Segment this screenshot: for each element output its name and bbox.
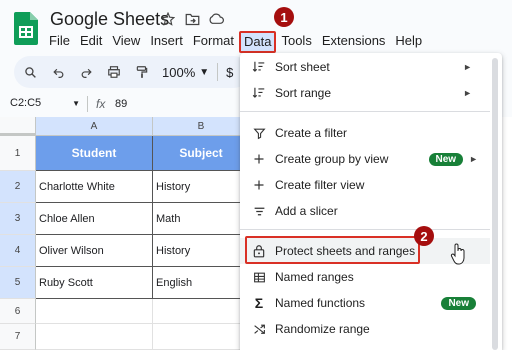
formula-input[interactable]: 89 xyxy=(115,98,127,110)
row-header-4[interactable]: 4 xyxy=(0,235,36,267)
menu-item-randomize-range[interactable]: Randomize range xyxy=(240,316,490,342)
menu-bar: File Edit View Insert Format Data Tools … xyxy=(44,31,427,53)
menu-item-create-filter-view[interactable]: Create filter view xyxy=(240,172,490,198)
plus-icon xyxy=(251,179,267,191)
menu-view[interactable]: View xyxy=(107,31,145,53)
menu-item-label: Named functions xyxy=(275,296,366,310)
highlight-box xyxy=(245,236,420,264)
row-header-7[interactable]: 7 xyxy=(0,324,36,350)
menu-edit[interactable]: Edit xyxy=(75,31,107,53)
table-cell[interactable]: Charlotte White xyxy=(36,171,153,203)
sort-range-icon xyxy=(251,86,267,100)
hand-cursor-icon xyxy=(450,243,465,265)
zoom-select[interactable]: 100% xyxy=(162,65,195,80)
plus-icon xyxy=(251,153,267,165)
menu-item-label: Create group by view xyxy=(275,152,389,166)
table-cell[interactable] xyxy=(36,299,153,324)
chevron-down-icon: ▼ xyxy=(199,66,210,78)
menu-format[interactable]: Format xyxy=(188,31,239,53)
header-cell-subject[interactable]: Subject xyxy=(153,136,250,171)
menu-item-label: Create a filter xyxy=(275,126,348,140)
toolbar-divider xyxy=(217,63,219,81)
new-badge: New xyxy=(441,296,476,310)
table-cell[interactable]: History xyxy=(153,171,250,203)
menu-item-sort-sheet[interactable]: Sort sheet ► xyxy=(240,54,490,80)
select-all-corner[interactable] xyxy=(0,117,36,136)
menu-divider xyxy=(240,229,490,230)
menu-item-named-ranges[interactable]: Named ranges xyxy=(240,264,490,290)
paint-format-icon[interactable] xyxy=(130,60,154,84)
sigma-icon: Σ xyxy=(254,295,264,311)
menu-item-create-filter[interactable]: Create a filter xyxy=(240,120,490,146)
step-marker-2: 2 xyxy=(414,226,434,246)
menu-item-sort-range[interactable]: Sort range ► xyxy=(240,80,490,106)
menu-item-label: Sort sheet xyxy=(275,60,330,74)
menu-item-add-slicer[interactable]: Add a slicer xyxy=(240,198,490,224)
document-title[interactable]: Google Sheets xyxy=(50,9,169,30)
formula-divider xyxy=(87,96,88,112)
menu-data[interactable]: Data xyxy=(239,31,277,53)
menu-item-create-group-by-view[interactable]: Create group by view New ► xyxy=(240,146,490,172)
menu-item-label: Sort range xyxy=(275,86,332,100)
table-cell[interactable]: History xyxy=(153,235,250,267)
move-folder-icon[interactable] xyxy=(184,11,200,27)
submenu-arrow-icon: ► xyxy=(469,154,478,164)
row-header-3[interactable]: 3 xyxy=(0,203,36,235)
table-cell[interactable]: Ruby Scott xyxy=(36,267,153,299)
row-header-1[interactable]: 1 xyxy=(0,136,36,171)
name-box-value: C2:C5 xyxy=(10,97,42,109)
menu-item-label: Randomize range xyxy=(275,322,370,336)
name-box[interactable]: C2:C5 ▼ xyxy=(10,97,80,109)
menu-extensions[interactable]: Extensions xyxy=(317,31,391,53)
column-header-b[interactable]: B xyxy=(153,117,250,136)
row-header-6[interactable]: 6 xyxy=(0,299,36,324)
star-icon[interactable] xyxy=(160,11,176,27)
row-header-5[interactable]: 5 xyxy=(0,267,36,299)
chevron-down-icon: ▼ xyxy=(72,99,80,108)
search-menus-icon[interactable] xyxy=(18,60,42,84)
table-cell[interactable]: Oliver Wilson xyxy=(36,235,153,267)
cloud-status-icon[interactable] xyxy=(208,11,224,27)
menu-item-label: Named ranges xyxy=(275,270,354,284)
undo-icon[interactable] xyxy=(46,60,70,84)
menu-item-label: Add a slicer xyxy=(275,204,338,218)
menu-item-label: Create filter view xyxy=(275,178,365,192)
print-icon[interactable] xyxy=(102,60,126,84)
fx-icon: fx xyxy=(96,97,106,111)
table-cell[interactable] xyxy=(153,324,250,350)
table-icon xyxy=(251,271,267,284)
menu-help[interactable]: Help xyxy=(390,31,427,53)
sheets-logo[interactable] xyxy=(14,12,38,45)
menu-item-named-functions[interactable]: Σ Named functions New xyxy=(240,290,490,316)
table-cell[interactable]: English xyxy=(153,267,250,299)
filter-icon xyxy=(251,127,267,140)
currency-format-button[interactable]: $ xyxy=(226,65,233,80)
menu-scrollbar[interactable] xyxy=(492,58,498,350)
submenu-arrow-icon: ► xyxy=(463,62,472,72)
table-cell[interactable] xyxy=(36,324,153,350)
table-cell[interactable] xyxy=(153,299,250,324)
toolbar: 100% ▼ $ xyxy=(14,56,250,88)
menu-tools[interactable]: Tools xyxy=(276,31,316,53)
header-cell-student[interactable]: Student xyxy=(36,136,153,171)
column-header-a[interactable]: A xyxy=(36,117,153,136)
new-badge: New xyxy=(428,152,464,166)
table-cell[interactable]: Math xyxy=(153,203,250,235)
menu-insert[interactable]: Insert xyxy=(145,31,188,53)
step-marker-1: 1 xyxy=(274,7,294,27)
menu-file[interactable]: File xyxy=(44,31,75,53)
submenu-arrow-icon: ► xyxy=(463,88,472,98)
menu-divider xyxy=(240,111,490,112)
row-header-2[interactable]: 2 xyxy=(0,171,36,203)
table-cell[interactable]: Chloe Allen xyxy=(36,203,153,235)
redo-icon[interactable] xyxy=(74,60,98,84)
slicer-icon xyxy=(251,205,267,218)
shuffle-icon xyxy=(251,323,267,336)
sort-icon xyxy=(251,60,267,74)
